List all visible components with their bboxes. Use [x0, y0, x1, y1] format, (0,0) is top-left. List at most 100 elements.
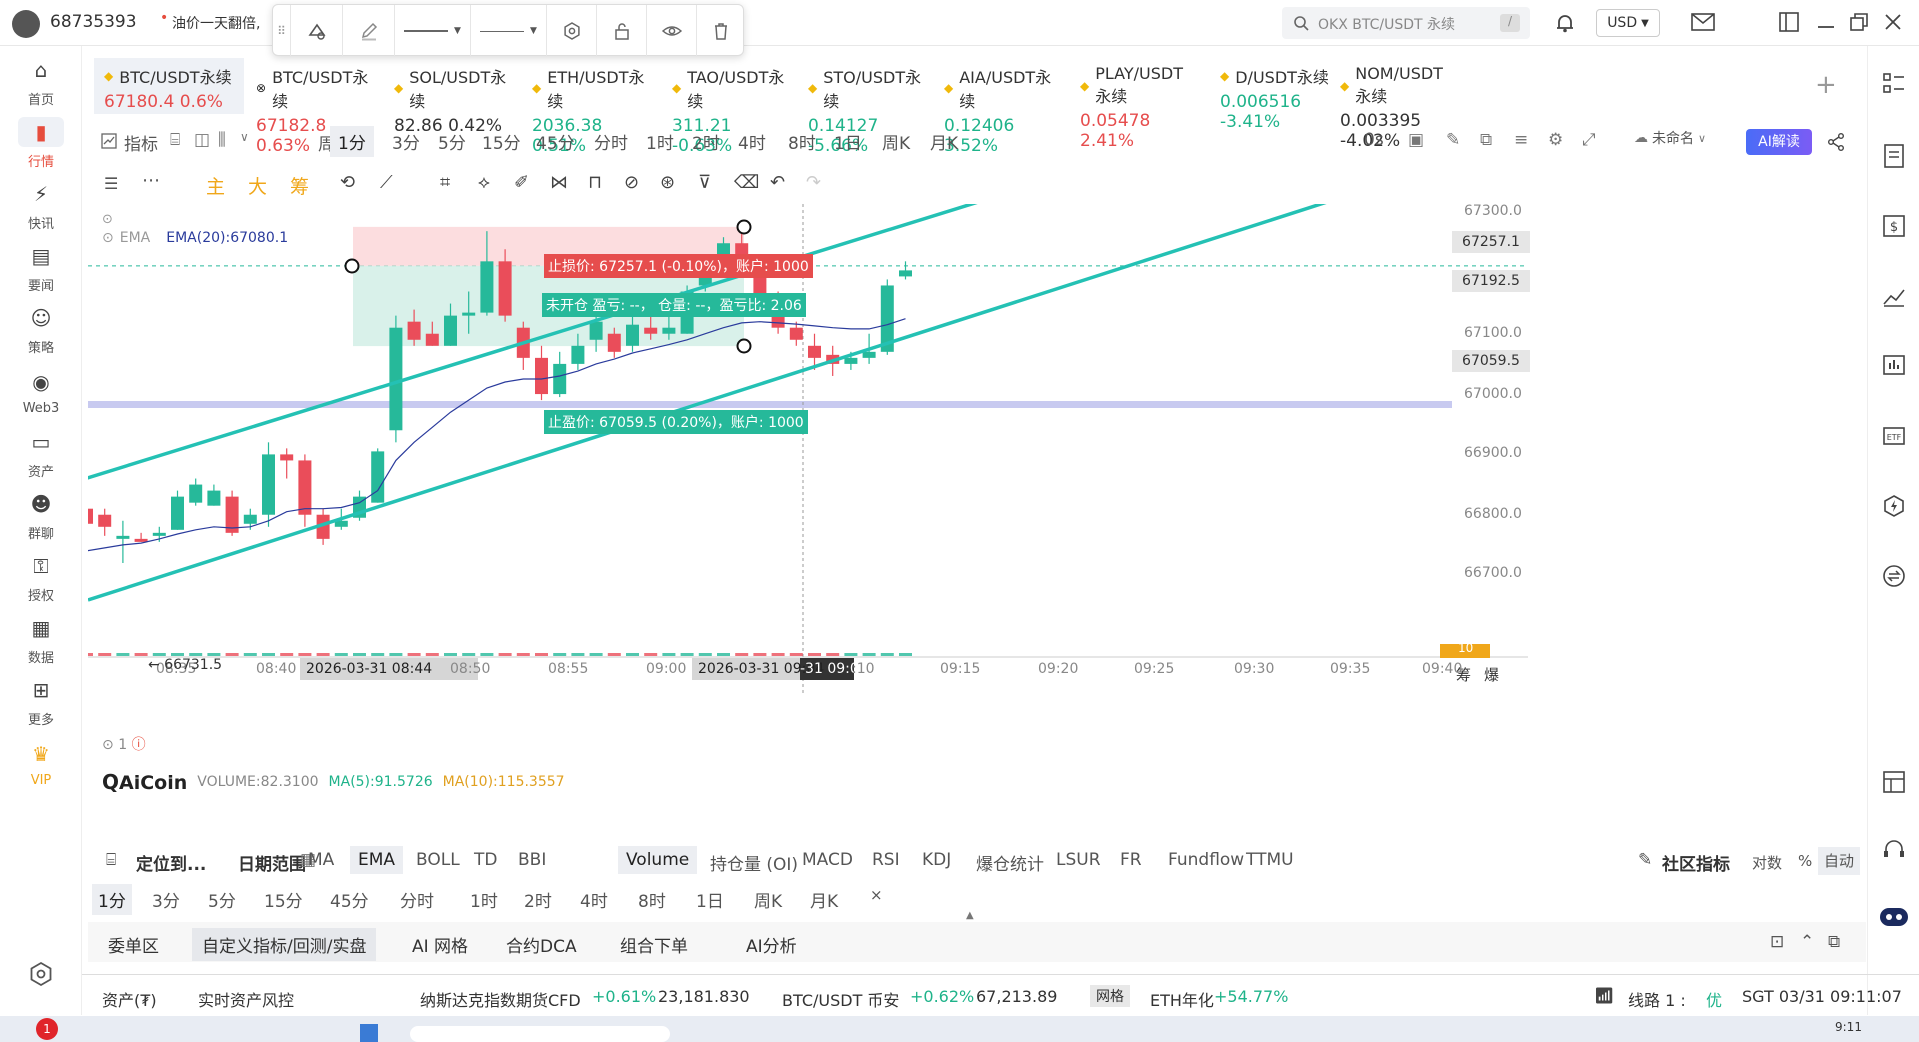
hide-drawings-icon[interactable]: ⊘ [624, 172, 639, 193]
minimize-icon[interactable] [1815, 11, 1837, 33]
toolbar-toggle-icon[interactable]: ☰ [104, 174, 118, 193]
taskbar-search[interactable] [410, 1026, 670, 1042]
layer-main[interactable]: 主 [206, 172, 225, 199]
drawing-handle[interactable] [344, 258, 360, 274]
gear-icon[interactable]: ⚙ [1548, 130, 1563, 150]
order-tab-0[interactable]: 委单区 [98, 928, 169, 961]
template-icon[interactable]: ⌸ [170, 130, 180, 150]
template-icon[interactable] [291, 5, 343, 57]
chevron-up-icon[interactable]: ⌃ [1800, 932, 1814, 952]
chart-canvas[interactable] [88, 204, 1866, 808]
ai-interpret-button[interactable]: AI解读 [1746, 129, 1812, 155]
candle[interactable] [553, 363, 567, 395]
sidebar-item-10[interactable]: ⊞ 更多 [0, 670, 82, 732]
sub-period-5[interactable]: 分时 [394, 884, 440, 915]
sidebar-item-2[interactable]: ⚡ 快讯 [0, 174, 82, 236]
line-style-select[interactable]: ▼ [471, 5, 547, 57]
candle[interactable] [444, 315, 457, 346]
candle[interactable] [171, 496, 184, 530]
brush-icon[interactable]: ✐ [514, 172, 529, 193]
edit-icon[interactable]: ✎ [1638, 850, 1652, 870]
symbol-tab[interactable]: ◆ PLAY/USDT永续 0.05478 2.41% [1070, 58, 1206, 151]
add-tab-icon[interactable]: + [1815, 70, 1837, 100]
symbol-tab[interactable]: ◆ STO/USDT永续 0.14127 -5.66% [798, 58, 934, 156]
avatar[interactable] [12, 10, 40, 38]
measure-icon[interactable]: ⟋ [380, 172, 393, 193]
line-width-select[interactable]: ▼ [395, 5, 471, 57]
candle[interactable] [407, 321, 421, 340]
candle[interactable] [844, 357, 858, 364]
bar-chart-icon[interactable] [1880, 352, 1908, 380]
main-indicator-td[interactable]: TD [466, 846, 505, 874]
settings-icon[interactable] [547, 5, 597, 57]
sub-indicator-3[interactable]: RSI [864, 846, 908, 874]
crop-icon[interactable]: ⌗ [440, 172, 450, 193]
split-view-icon[interactable]: ◫ [194, 130, 210, 150]
period-6[interactable]: 1时 [638, 126, 682, 157]
period-8[interactable]: 4时 [730, 126, 774, 157]
main-indicator-boll[interactable]: BOLL [408, 846, 468, 874]
candle[interactable] [808, 345, 821, 358]
period-7[interactable]: 2时 [684, 126, 728, 157]
candle[interactable] [134, 538, 148, 542]
candle[interactable] [462, 312, 476, 316]
period-4[interactable]: 45分 [528, 126, 583, 157]
lock-icon[interactable]: ⊓ [588, 172, 602, 193]
auto-scale-toggle[interactable]: 自动 [1818, 847, 1860, 875]
date-range-button[interactable]: 日期范围 [238, 850, 306, 875]
trash-icon[interactable] [697, 5, 745, 57]
pencil-color-icon[interactable] [343, 5, 395, 57]
news-ticker[interactable]: 油价一天翻倍, [172, 13, 260, 33]
search-box[interactable]: OKX BTC/USDT 永续 / [1282, 7, 1530, 39]
fullscreen-icon[interactable]: ⤢ [1582, 130, 1596, 150]
main-indicator-bbi[interactable]: BBI [510, 846, 554, 874]
period-1[interactable]: 3分 [384, 126, 428, 157]
sub-indicator-4[interactable]: KDJ [914, 846, 959, 874]
sub-indicator-5[interactable]: 爆仓统计 [968, 846, 1052, 879]
candle[interactable] [589, 321, 603, 340]
candle[interactable] [98, 514, 112, 527]
grid-badge[interactable]: 网格 [1090, 985, 1130, 1007]
notification-badge[interactable]: 1 [36, 1018, 58, 1040]
candle[interactable] [88, 508, 93, 524]
sub-period-10[interactable]: 1日 [690, 884, 730, 915]
sub-indicator-1[interactable]: 持仓量 (OI) [702, 846, 806, 879]
period-2[interactable]: 5分 [430, 126, 474, 157]
start-icon[interactable] [360, 1024, 378, 1042]
period-9[interactable]: 8时 [780, 126, 824, 157]
sub-period-2[interactable]: 5分 [202, 884, 242, 915]
period-5[interactable]: 分时 [586, 126, 636, 157]
candle[interactable] [152, 532, 166, 536]
pin-icon[interactable]: ⊡ [1770, 932, 1784, 952]
close-icon[interactable] [1882, 11, 1904, 33]
etf-icon[interactable]: ETF [1880, 422, 1908, 450]
draw-tool-icon[interactable]: ⟲ [340, 172, 355, 193]
order-tab-4[interactable]: 组合下单 [610, 928, 698, 961]
candle[interactable] [480, 261, 494, 313]
period-10[interactable]: 1日 [826, 126, 870, 157]
candle[interactable] [425, 333, 439, 346]
robot-icon[interactable] [1878, 904, 1910, 930]
candle[interactable] [789, 327, 803, 340]
sub-period-11[interactable]: 周K [748, 884, 788, 915]
more-icon[interactable]: ⋯ [142, 170, 160, 191]
currency-select[interactable]: USD ▼ [1596, 9, 1660, 37]
period-3[interactable]: 15分 [474, 126, 529, 157]
chevron-down-icon[interactable]: ⊙ [102, 230, 114, 246]
period-12[interactable]: 月K [922, 126, 966, 157]
collapse-icon[interactable]: ⊙ [102, 212, 113, 227]
trend-chart-icon[interactable] [1880, 282, 1908, 310]
candle[interactable] [189, 484, 203, 503]
sidebar-item-3[interactable]: ▤ 要闻 [0, 236, 82, 298]
locate-button[interactable]: 定位到... [136, 850, 206, 875]
indicator-button[interactable]: 指标 [124, 130, 158, 155]
ticker-btc-name[interactable]: BTC/USDT 币安 [782, 987, 899, 1011]
ticker-nasdaq-name[interactable]: 纳斯达克指数期货CFD [420, 987, 581, 1011]
mail-icon[interactable] [1690, 11, 1716, 33]
assets-label[interactable]: 资产(₮) [102, 987, 157, 1011]
order-tab-3[interactable]: 合约DCA [496, 928, 587, 961]
ruler-icon[interactable]: ⟡ [478, 172, 490, 193]
risk-control-label[interactable]: 实时资产风控 [198, 987, 294, 1011]
sub-period-12[interactable]: 月K [804, 884, 844, 915]
bell-icon[interactable] [1552, 10, 1578, 36]
